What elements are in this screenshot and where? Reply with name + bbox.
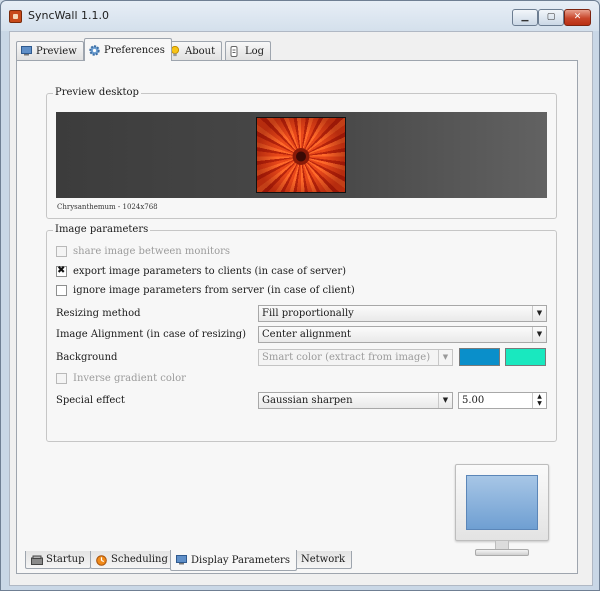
effect-amount-value: 5.00 <box>462 395 485 406</box>
app-window: SyncWall 1.1.0 ▁ ▢ ✕ Preview Preferences… <box>0 0 600 591</box>
monitor-screen <box>466 475 538 530</box>
ignore-params-checkbox-row[interactable]: ignore image parameters from server (in … <box>56 285 355 296</box>
tab-startup[interactable]: Startup <box>25 551 92 569</box>
resizing-method-select[interactable]: Fill proportionally ▼ <box>258 305 547 322</box>
preview-desktop-legend: Preview desktop <box>53 87 141 98</box>
startup-icon <box>31 555 43 565</box>
background-color-2-button[interactable] <box>505 348 546 366</box>
close-button[interactable]: ✕ <box>564 9 591 26</box>
export-params-checkbox-row[interactable]: export image parameters to clients (in c… <box>56 265 347 277</box>
minimize-button[interactable]: ▁ <box>512 9 538 26</box>
background-color-1-button[interactable] <box>459 348 500 366</box>
tab-log-label: Log <box>245 45 265 57</box>
desktop-preview-image <box>56 112 547 198</box>
title-bar[interactable]: SyncWall 1.1.0 ▁ ▢ ✕ <box>1 1 599 31</box>
tab-about[interactable]: About <box>165 41 223 60</box>
wallpaper-caption: Chrysanthemum - 1024x768 <box>57 203 158 211</box>
chevron-down-icon: ▼ <box>532 327 546 342</box>
preview-desktop-group: Preview desktop Chrysanthemum - 1024x768 <box>46 87 557 219</box>
gear-icon <box>89 45 100 56</box>
resizing-method-value: Fill proportionally <box>262 308 354 319</box>
tab-about-label: About <box>185 45 216 57</box>
monitor-base <box>475 549 529 556</box>
tab-log[interactable]: Log <box>225 41 272 60</box>
chevron-down-icon: ▼ <box>438 393 452 408</box>
chevron-down-icon: ▼ <box>438 350 452 365</box>
tab-scheduling-label: Scheduling <box>111 554 168 565</box>
spin-arrows-icon[interactable]: ▲ ▼ <box>532 393 546 408</box>
tab-scheduling[interactable]: Scheduling <box>90 551 175 569</box>
monitor-illustration <box>455 464 549 560</box>
client-area: Preview Preferences About Log Preview de… <box>9 31 593 586</box>
ignore-params-label: ignore image parameters from server (in … <box>73 285 355 296</box>
export-params-checkbox[interactable] <box>56 265 67 277</box>
image-alignment-value: Center alignment <box>262 329 351 340</box>
image-alignment-label: Image Alignment (in case of resizing) <box>56 329 247 340</box>
special-effect-value: Gaussian sharpen <box>262 395 353 406</box>
tab-preview[interactable]: Preview <box>16 41 84 60</box>
maximize-button[interactable]: ▢ <box>538 9 564 26</box>
log-icon <box>230 46 241 57</box>
wallpaper-thumbnail <box>256 117 346 193</box>
share-image-checkbox[interactable] <box>56 246 67 257</box>
tab-display-parameters[interactable]: Display Parameters <box>170 550 297 571</box>
preferences-panel: Preview desktop Chrysanthemum - 1024x768… <box>16 60 578 574</box>
window-title: SyncWall 1.1.0 <box>28 9 110 22</box>
resizing-method-label: Resizing method <box>56 308 141 319</box>
inverse-gradient-label: Inverse gradient color <box>73 373 186 384</box>
tab-preferences-label: Preferences <box>104 44 165 56</box>
image-alignment-select[interactable]: Center alignment ▼ <box>258 326 547 343</box>
special-effect-select[interactable]: Gaussian sharpen ▼ <box>258 392 453 409</box>
share-image-label: share image between monitors <box>73 246 230 257</box>
tab-preferences[interactable]: Preferences <box>84 38 172 61</box>
tab-preview-label: Preview <box>36 45 77 57</box>
background-value: Smart color (extract from image) <box>262 352 431 363</box>
background-label: Background <box>56 352 118 363</box>
export-params-label: export image parameters to clients (in c… <box>73 266 347 277</box>
special-effect-label: Special effect <box>56 395 125 406</box>
background-select[interactable]: Smart color (extract from image) ▼ <box>258 349 453 366</box>
clock-icon <box>96 554 107 566</box>
tab-startup-label: Startup <box>46 554 85 565</box>
tab-network-label: Network <box>301 554 346 565</box>
inverse-gradient-checkbox[interactable] <box>56 373 67 384</box>
ignore-params-checkbox[interactable] <box>56 285 67 296</box>
tab-display-parameters-label: Display Parameters <box>191 554 290 566</box>
app-logo-icon <box>9 10 22 23</box>
monitor-icon <box>21 46 32 56</box>
inverse-gradient-checkbox-row[interactable]: Inverse gradient color <box>56 373 186 384</box>
chevron-down-icon: ▼ <box>532 306 546 321</box>
monitor-icon <box>176 555 187 565</box>
monitor-frame <box>455 464 549 541</box>
image-parameters-legend: Image parameters <box>53 224 151 235</box>
image-parameters-group: Image parameters share image between mon… <box>46 224 557 442</box>
share-image-checkbox-row[interactable]: share image between monitors <box>56 246 230 257</box>
effect-amount-spinbox[interactable]: 5.00 ▲ ▼ <box>458 392 547 409</box>
